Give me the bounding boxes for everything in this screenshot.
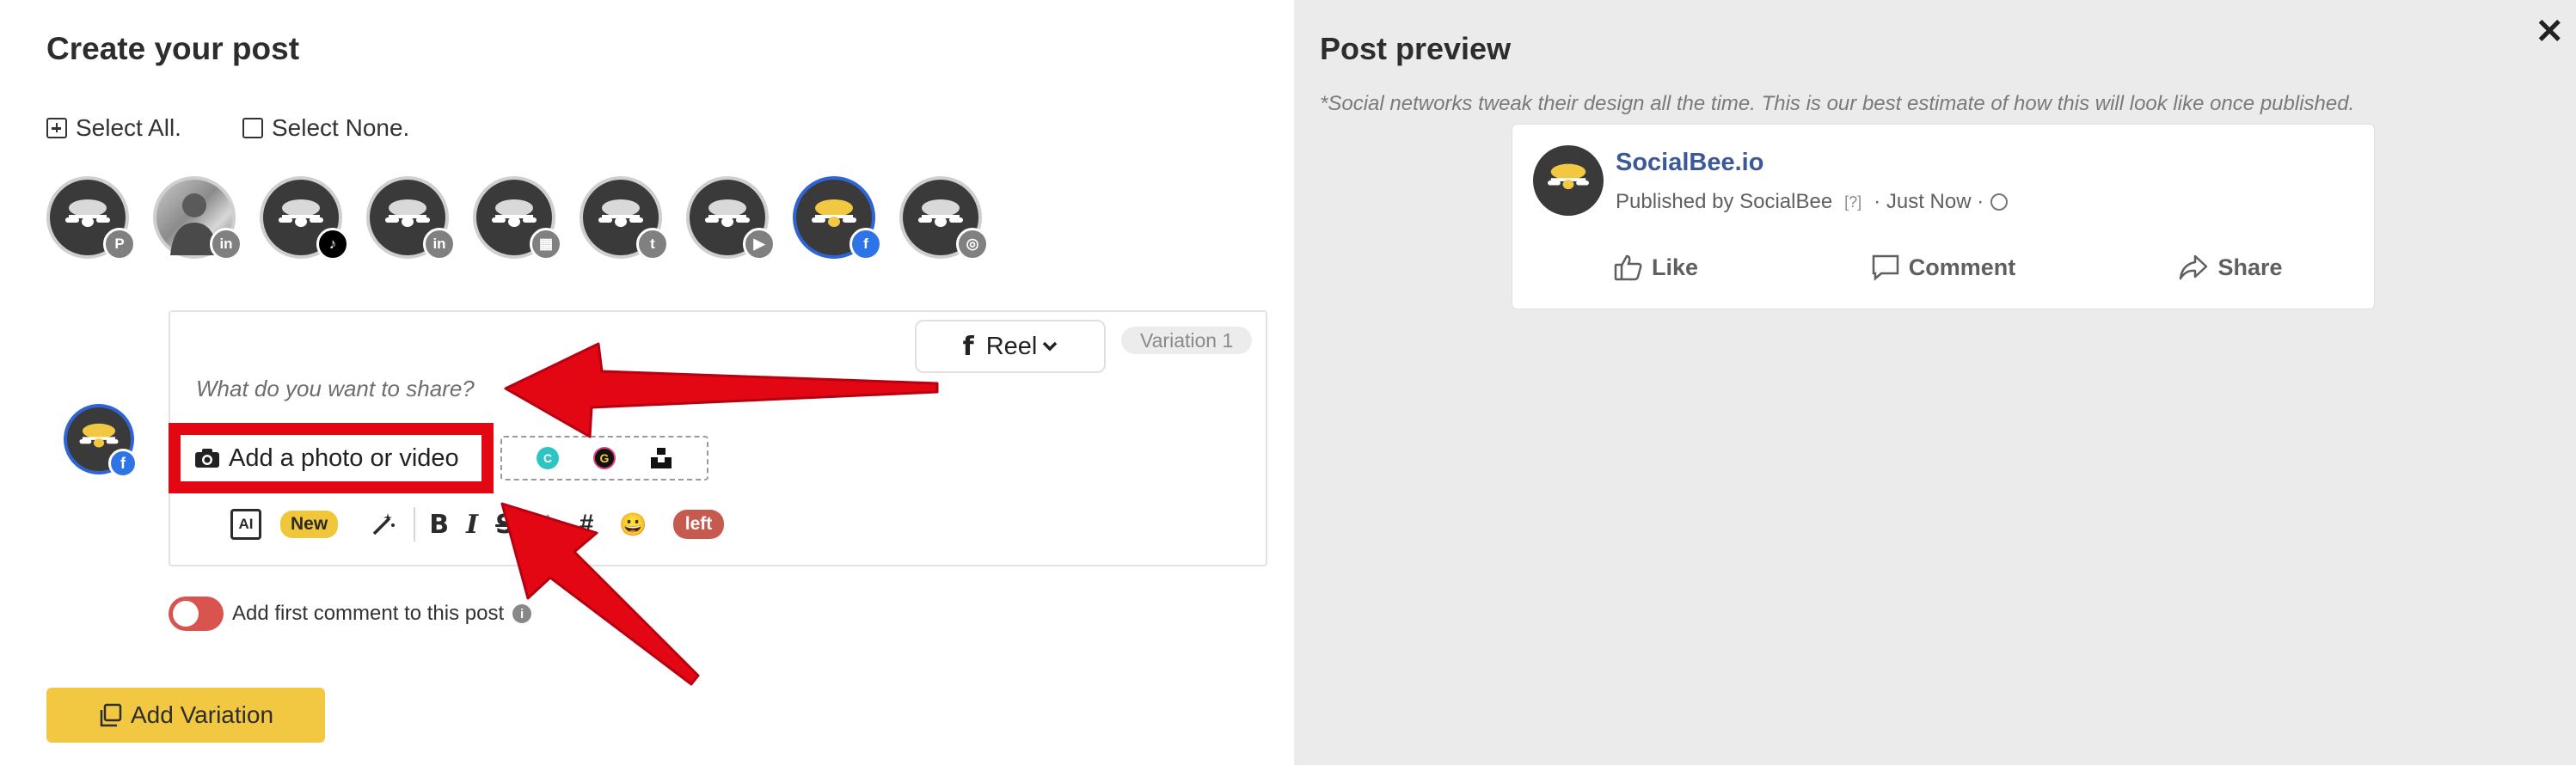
text-color-button[interactable] (538, 512, 557, 536)
bee-logo-icon (705, 199, 750, 227)
account-avatar-instagram[interactable]: ◎ (899, 176, 989, 260)
bee-logo-icon (65, 199, 110, 227)
post-meta: Published by SocialBee [?] · Just Now · (1616, 190, 2009, 214)
post-type-dropdown[interactable]: f Reel (915, 320, 1106, 373)
plus-square-icon (46, 118, 67, 138)
facebook-icon: f (962, 331, 974, 362)
bee-logo-icon (279, 199, 323, 227)
empty-square-icon (242, 118, 263, 138)
canva-icon[interactable]: C (537, 447, 559, 469)
preview-disclaimer: *Social networks tweak their design all … (1320, 92, 2355, 115)
account-avatar-google-business[interactable]: ▦ (473, 176, 562, 260)
camera-icon (195, 449, 219, 468)
unsplash-icon[interactable] (650, 447, 672, 469)
pinterest-icon: P (103, 228, 136, 260)
preview-title: Post preview (1320, 31, 1512, 66)
bee-logo-icon (1548, 163, 1589, 190)
media-sources: C G (500, 436, 708, 480)
select-all-button[interactable]: Select All. (46, 114, 181, 142)
bee-logo-icon (918, 199, 963, 227)
instagram-icon: ◎ (956, 228, 989, 260)
new-badge: New (280, 511, 339, 538)
like-label: Like (1651, 254, 1699, 280)
preview-panel: ✕ Post preview *Social networks tweak th… (1294, 0, 2576, 765)
bee-logo-icon (812, 199, 856, 227)
page-name-link[interactable]: SocialBee.io (1616, 149, 1763, 177)
add-photo-video-label: Add a photo or video (229, 444, 459, 472)
editor-toolbar: AI New B I S # 😀 left (230, 504, 725, 545)
google-business-icon: ▦ (530, 228, 562, 260)
copy-icon (100, 703, 122, 727)
drop-icon (539, 514, 555, 536)
twitter-icon: t (636, 228, 669, 260)
like-button[interactable]: Like (1512, 254, 1800, 281)
facebook-post-preview: SocialBee.io Published by SocialBee [?] … (1512, 124, 2375, 309)
account-avatar-facebook[interactable]: f (793, 176, 882, 260)
tiktok-icon: ♪ (316, 228, 349, 260)
add-variation-button[interactable]: Add Variation (46, 688, 325, 743)
comment-icon (1872, 254, 1898, 281)
post-actions: Like Comment Share (1512, 254, 2374, 281)
ai-assistant-button[interactable]: AI (230, 509, 261, 540)
chevron-down-icon (1043, 341, 1058, 352)
post-type-label: Reel (985, 332, 1038, 360)
add-photo-video-button[interactable]: Add a photo or video (169, 423, 494, 493)
emoji-button[interactable]: 😀 (619, 511, 647, 538)
magic-wand-button[interactable] (371, 511, 396, 537)
select-all-label: Select All. (76, 114, 181, 141)
info-icon[interactable]: i (512, 604, 532, 623)
first-comment-toggle[interactable] (169, 597, 224, 631)
share-button[interactable]: Share (2087, 254, 2374, 281)
comment-label: Comment (1908, 254, 2016, 280)
share-icon (2180, 254, 2208, 280)
editor-panel: Create your post Select All. Select None… (0, 0, 1294, 765)
bold-button[interactable]: B (429, 510, 449, 540)
account-avatar-tiktok[interactable]: ♪ (260, 176, 349, 260)
close-icon[interactable]: ✕ (2535, 12, 2564, 52)
account-avatar-twitter[interactable]: t (580, 176, 669, 260)
toolbar-divider (414, 507, 416, 542)
facebook-icon: f (849, 228, 882, 260)
comment-button[interactable]: Comment (1800, 254, 2087, 281)
linkedin-icon: in (210, 228, 242, 260)
help-mark[interactable]: [?] (1844, 193, 1861, 211)
characters-left-badge: left (672, 510, 725, 539)
globe-icon (1990, 193, 2009, 211)
youtube-icon: ▶ (743, 228, 776, 260)
add-variation-label: Add Variation (130, 701, 274, 728)
giphy-icon[interactable]: G (593, 447, 616, 469)
first-comment-label: Add first comment to this post (232, 602, 505, 625)
bee-logo-icon (385, 199, 430, 227)
select-none-label: Select None. (272, 114, 410, 141)
account-selector: P in ♪ in ▦ t ▶ f ◎ (46, 176, 989, 260)
first-comment-row: Add first comment to this post i (169, 597, 532, 631)
hashtag-button[interactable]: # (580, 510, 594, 539)
magic-wand-icon (372, 513, 396, 536)
account-avatar-pinterest[interactable]: P (46, 176, 136, 260)
account-avatar-linkedin[interactable]: in (366, 176, 456, 260)
variation-badge: Variation 1 (1121, 327, 1253, 354)
page-title: Create your post (46, 31, 300, 66)
linkedin-icon: in (423, 228, 456, 260)
bee-logo-icon (492, 199, 537, 227)
italic-button[interactable]: I (466, 510, 478, 540)
select-none-button[interactable]: Select None. (242, 114, 409, 142)
page-avatar (1533, 145, 1604, 216)
share-label: Share (2217, 254, 2283, 280)
facebook-icon: f (108, 449, 138, 478)
account-avatar-linkedin-personal[interactable]: in (153, 176, 242, 260)
published-by-label: Published by SocialBee (1616, 190, 1833, 213)
bee-logo-icon (598, 199, 643, 227)
strikethrough-button[interactable]: S (495, 510, 514, 540)
account-avatar-youtube[interactable]: ▶ (686, 176, 776, 260)
thumbs-up-icon (1614, 254, 1642, 281)
post-text-input[interactable]: What do you want to share? (196, 376, 475, 402)
post-time: · Just Now · (1874, 190, 1984, 213)
post-author-avatar: f (64, 404, 138, 478)
